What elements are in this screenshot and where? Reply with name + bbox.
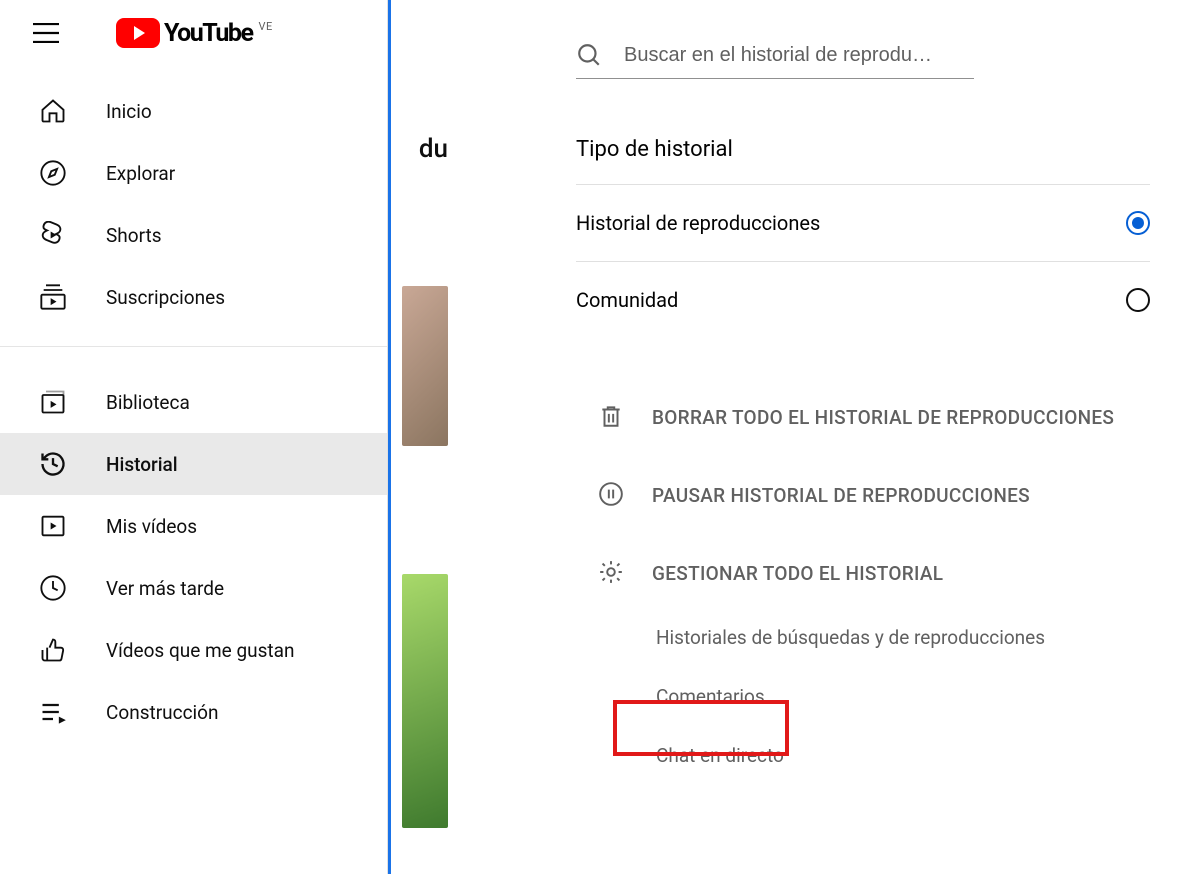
- sidebar-item-label: Construcción: [106, 701, 218, 724]
- sidebar-item-explore[interactable]: Explorar: [0, 142, 387, 204]
- sidebar-item-library[interactable]: Biblioteca: [0, 371, 387, 433]
- history-actions: Borrar todo el historial de reproduccion…: [568, 378, 1158, 785]
- youtube-play-icon: [116, 18, 160, 48]
- action-label: Borrar todo el historial de reproduccion…: [652, 406, 1114, 429]
- history-type-community[interactable]: Comunidad: [576, 261, 1150, 338]
- sidebar-item-label: Suscripciones: [106, 286, 225, 309]
- action-label: Gestionar todo el historial: [652, 562, 943, 585]
- sidebar-item-home[interactable]: Inicio: [0, 80, 387, 142]
- shorts-icon: [38, 220, 68, 250]
- thumbs-up-icon: [38, 635, 68, 665]
- playlist-icon: [38, 697, 68, 727]
- manage-sublinks: Historiales de búsquedas y de reproducci…: [598, 608, 1158, 785]
- radio-indicator: [1126, 288, 1150, 312]
- sidebar-header: YouTube VE: [0, 0, 387, 70]
- action-manage-history[interactable]: Gestionar todo el historial: [598, 534, 1158, 612]
- nav-section-library: Biblioteca Historial Mis vídeos Ver más …: [0, 346, 387, 743]
- sublink-comments[interactable]: Comentarios: [652, 667, 769, 726]
- logo[interactable]: YouTube VE: [116, 18, 273, 48]
- sidebar-item-label: Shorts: [106, 224, 162, 247]
- sublink-search-watch[interactable]: Historiales de búsquedas y de reproducci…: [652, 608, 1049, 667]
- sidebar-item-my-videos[interactable]: Mis vídeos: [0, 495, 387, 557]
- sidebar-item-shorts[interactable]: Shorts: [0, 204, 387, 266]
- history-type-watch[interactable]: Historial de reproducciones: [576, 184, 1150, 261]
- sidebar-item-watch-later[interactable]: Ver más tarde: [0, 557, 387, 619]
- compass-icon: [38, 158, 68, 188]
- history-icon: [38, 449, 68, 479]
- sidebar-item-label: Vídeos que me gustan: [106, 639, 294, 662]
- logo-text: YouTube: [164, 19, 252, 48]
- radio-label: Historial de reproducciones: [576, 211, 820, 235]
- sidebar-item-label: Ver más tarde: [106, 577, 224, 600]
- history-settings-panel: Tipo de historial Historial de reproducc…: [448, 0, 1200, 874]
- subscriptions-icon: [38, 282, 68, 312]
- video-thumb: [402, 286, 448, 446]
- search-icon: [576, 42, 602, 68]
- gear-icon: [598, 559, 626, 587]
- history-type-heading: Tipo de historial: [576, 137, 1158, 162]
- video-thumb: [402, 574, 448, 828]
- action-pause-history[interactable]: Pausar historial de reproducciones: [598, 456, 1158, 534]
- content-sliver: du: [388, 0, 448, 874]
- home-icon: [38, 96, 68, 126]
- nav-section-primary: Inicio Explorar Shorts Suscripciones: [0, 70, 387, 328]
- sidebar: YouTube VE Inicio Explorar Shorts: [0, 0, 388, 874]
- sidebar-item-liked[interactable]: Vídeos que me gustan: [0, 619, 387, 681]
- sidebar-item-label: Historial: [106, 453, 178, 476]
- sublink-live-chat[interactable]: Chat en directo: [652, 726, 788, 785]
- library-icon: [38, 387, 68, 417]
- sidebar-item-history[interactable]: Historial: [0, 433, 387, 495]
- country-code: VE: [258, 20, 272, 33]
- sidebar-item-label: Explorar: [106, 162, 175, 185]
- clock-icon: [38, 573, 68, 603]
- sidebar-item-label: Biblioteca: [106, 391, 190, 414]
- sidebar-item-playlist[interactable]: Construcción: [0, 681, 387, 743]
- sidebar-item-subscriptions[interactable]: Suscripciones: [0, 266, 387, 328]
- action-clear-history[interactable]: Borrar todo el historial de reproduccion…: [598, 378, 1158, 456]
- hamburger-icon: [33, 23, 59, 43]
- history-search[interactable]: [576, 36, 974, 79]
- partial-heading: du: [419, 134, 448, 164]
- radio-indicator: [1126, 211, 1150, 235]
- action-label: Pausar historial de reproducciones: [652, 484, 1030, 507]
- sidebar-item-label: Mis vídeos: [106, 515, 197, 538]
- trash-icon: [598, 403, 626, 431]
- radio-label: Comunidad: [576, 288, 678, 312]
- sidebar-item-label: Inicio: [106, 100, 152, 123]
- pause-icon: [598, 481, 626, 509]
- play-rect-icon: [38, 511, 68, 541]
- menu-button[interactable]: [32, 19, 60, 47]
- history-search-input[interactable]: [624, 44, 964, 67]
